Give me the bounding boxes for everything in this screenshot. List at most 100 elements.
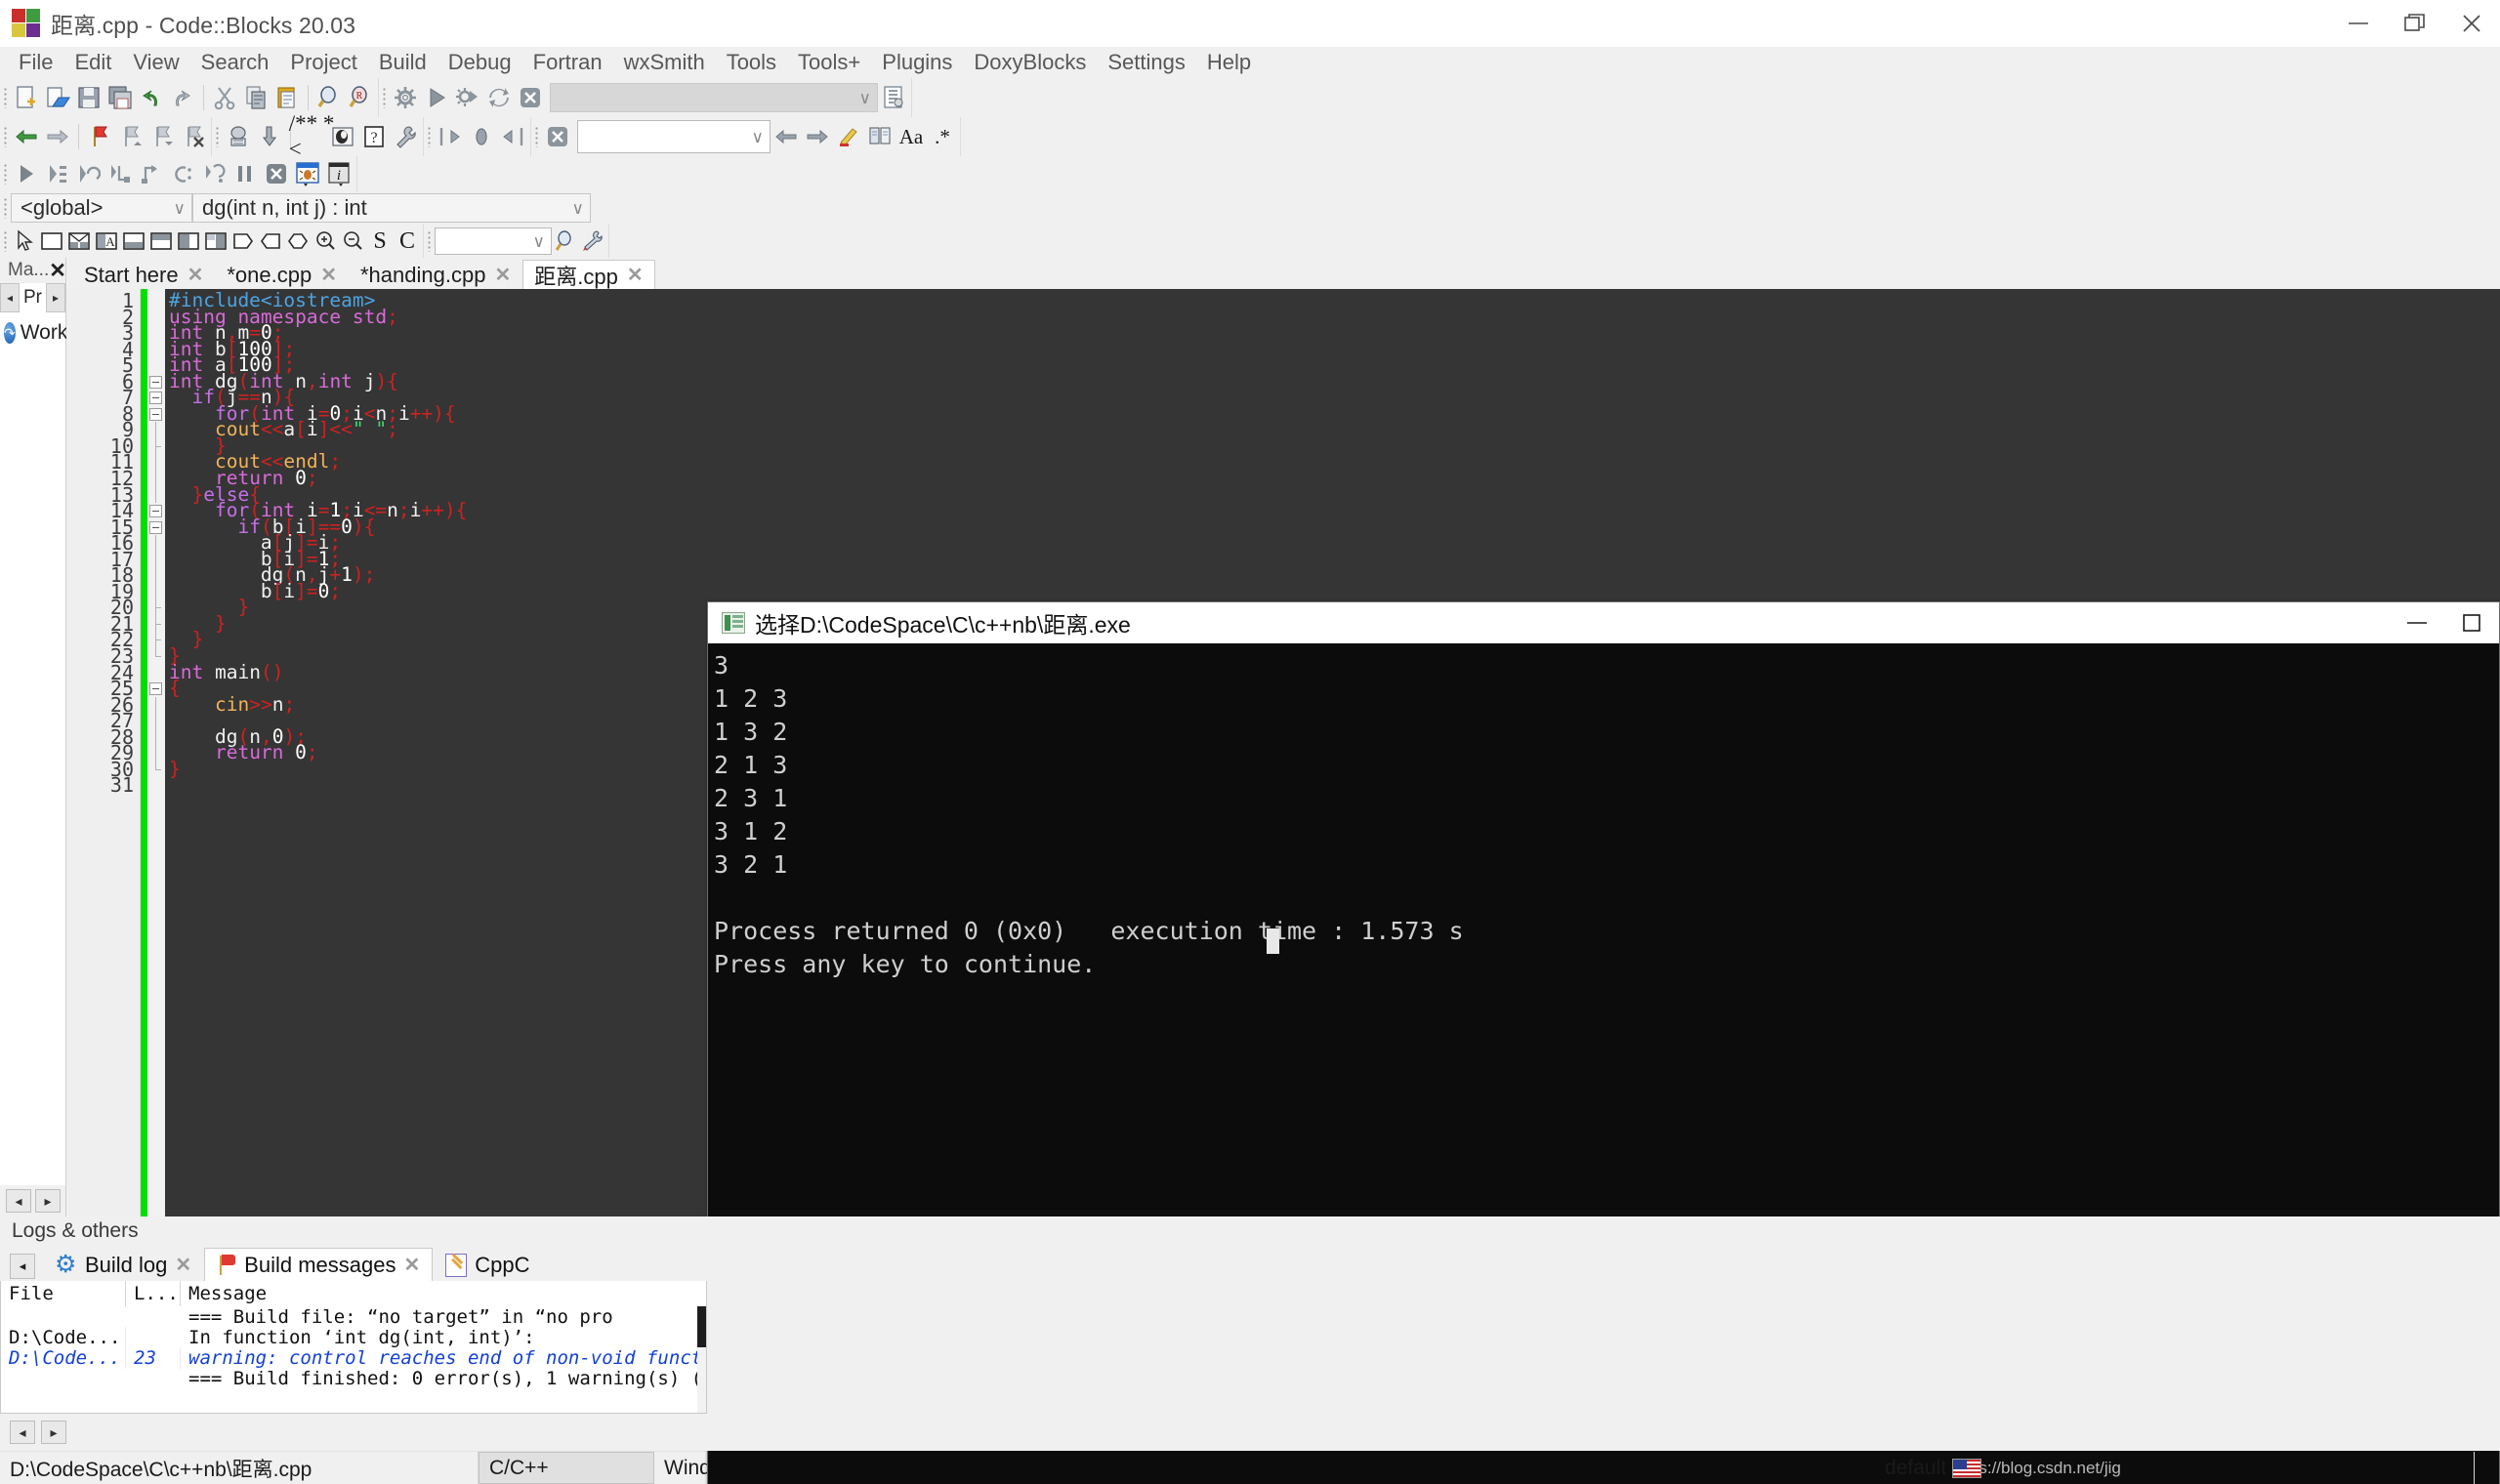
split-right-icon[interactable] (176, 225, 201, 258)
grow-right-icon[interactable] (230, 225, 256, 258)
clear-bookmarks-icon[interactable] (179, 120, 208, 153)
build-and-run-icon[interactable] (453, 81, 482, 114)
layout-v-icon[interactable] (66, 225, 92, 258)
close-icon-log-tab-0[interactable]: ✕ (175, 1253, 191, 1277)
scroll-left-button[interactable]: ◂ (6, 1189, 31, 1213)
cut-icon[interactable] (210, 81, 239, 114)
split-left-icon[interactable] (148, 225, 174, 258)
doxyblocks-run-icon[interactable] (224, 120, 253, 153)
menu-tools-plus[interactable]: Tools+ (787, 48, 871, 77)
save-icon[interactable] (74, 81, 104, 114)
column-header-file[interactable]: File (1, 1281, 126, 1306)
close-icon-log-tab-1[interactable]: ✕ (403, 1253, 420, 1277)
table-vertical-scrollbar[interactable] (697, 1306, 706, 1413)
close-icon-tab-1[interactable]: ✕ (320, 263, 337, 287)
open-file-icon[interactable] (43, 81, 72, 114)
next-bookmark-icon[interactable] (147, 120, 177, 153)
console-minimize-icon[interactable] (2390, 602, 2444, 643)
function-select[interactable]: dg(int n, int j) : int ∨ (192, 193, 591, 223)
menu-search[interactable]: Search (190, 48, 280, 77)
new-file-icon[interactable] (12, 81, 41, 114)
debugging-windows-icon[interactable] (293, 157, 322, 190)
debug-break-icon[interactable] (230, 157, 260, 190)
tab-scroll-left[interactable]: ◂ (0, 283, 20, 312)
debug-info-icon[interactable]: i (324, 157, 354, 190)
stop-debug-icon[interactable] (543, 120, 572, 153)
build-toolbar-grip[interactable] (379, 78, 390, 117)
back-icon[interactable] (12, 120, 41, 153)
editor-tab-start-here[interactable]: Start here ✕ (72, 260, 216, 289)
logs-scroll-left-button[interactable]: ◂ (10, 1421, 35, 1444)
menu-edit[interactable]: Edit (63, 48, 122, 77)
tree-item-workspace[interactable]: ↷ Work (4, 321, 67, 345)
menu-wxsmith[interactable]: wxSmith (613, 48, 716, 77)
namespace-select[interactable]: <global> ∨ (11, 193, 192, 223)
fold-toggle-6[interactable] (149, 375, 162, 389)
fold-toggle-15[interactable] (149, 520, 162, 534)
find-icon[interactable] (314, 81, 344, 114)
log-tab-build-messages[interactable]: Build messages ✕ (204, 1248, 434, 1281)
doxyblocks-help-icon[interactable]: ? (359, 120, 389, 153)
rebuild-icon[interactable] (484, 81, 514, 114)
editor-tab-one-cpp[interactable]: *one.cpp ✕ (215, 260, 349, 289)
editor-tab-handing-cpp[interactable]: *handing.cpp ✕ (349, 260, 523, 289)
debug-step-into-instruction-icon[interactable] (199, 157, 229, 190)
console-maximize-icon[interactable] (2444, 602, 2499, 643)
expand-icon[interactable] (285, 225, 311, 258)
fold-toggle-25[interactable] (149, 682, 162, 696)
properties-icon[interactable] (580, 225, 605, 258)
menu-file[interactable]: File (8, 48, 63, 77)
select-target-icon[interactable] (879, 81, 908, 114)
menu-view[interactable]: View (122, 48, 189, 77)
logs-scroll-right-button[interactable]: ▸ (41, 1421, 66, 1444)
debug-step-into-icon[interactable] (105, 157, 135, 190)
menu-fortran[interactable]: Fortran (522, 48, 613, 77)
menu-help[interactable]: Help (1196, 48, 1262, 77)
highlight-icon[interactable] (834, 120, 863, 153)
log-tab-cppcheck[interactable]: CppC (433, 1248, 543, 1281)
debug-stop-icon[interactable] (262, 157, 291, 190)
select-s-icon[interactable]: S (367, 225, 393, 258)
dbg-hl-grip[interactable] (531, 117, 542, 156)
nav-toolbar-grip[interactable] (0, 117, 11, 156)
doxyblocks-block-icon[interactable] (328, 120, 357, 153)
grow-left-icon[interactable] (258, 225, 283, 258)
split-bottom-icon[interactable] (203, 225, 229, 258)
menu-doxyblocks[interactable]: DoxyBlocks (963, 48, 1097, 77)
minimize-icon[interactable] (2330, 0, 2387, 47)
undo-icon[interactable] (137, 81, 166, 114)
table-row[interactable]: === Build finished: 0 error(s), 1 warnin… (1, 1368, 706, 1389)
toggle-fold-icon[interactable] (467, 120, 496, 153)
build-target-combo[interactable]: ∨ (550, 83, 878, 112)
abort-build-icon[interactable] (516, 81, 545, 114)
fold-toggle-14[interactable] (149, 505, 162, 518)
debug-continue-icon[interactable] (12, 157, 41, 190)
fold-all-icon[interactable] (436, 120, 465, 153)
preview-icon[interactable] (553, 225, 578, 258)
tab-scroll-right[interactable]: ▸ (46, 283, 65, 312)
zoom-in-icon[interactable] (312, 225, 338, 258)
debug-next-line-icon[interactable] (74, 157, 104, 190)
scope-grip[interactable] (0, 193, 11, 223)
column-header-line[interactable]: L... (126, 1281, 181, 1306)
next-change-icon[interactable] (803, 120, 832, 153)
close-icon-management[interactable]: ✕ (49, 259, 66, 283)
fold-toggle-7[interactable] (149, 392, 162, 405)
regex-icon[interactable]: .* (928, 120, 957, 153)
project-tree[interactable]: ↷ Work (0, 312, 67, 1185)
doxyblocks-config-icon[interactable] (391, 120, 420, 153)
wxsmith-res-grip[interactable] (424, 225, 435, 258)
wxsmith-grip[interactable] (0, 225, 11, 258)
doxyblocks-extract-icon[interactable] (255, 120, 284, 153)
pointer-icon[interactable] (12, 225, 37, 258)
table-row[interactable]: D:\Code... 23 warning: control reaches e… (1, 1346, 706, 1369)
layout-a-icon[interactable]: A (94, 225, 119, 258)
menu-settings[interactable]: Settings (1097, 48, 1196, 77)
doxyblocks-comment-icon[interactable]: /** *< (289, 111, 335, 161)
close-icon[interactable] (2443, 0, 2500, 47)
status-language[interactable]: C/C++ (479, 1452, 654, 1484)
close-icon-tab-2[interactable]: ✕ (494, 263, 511, 287)
log-tab-build-log[interactable]: Build log ✕ (43, 1248, 205, 1281)
logs-tab-scroll-left[interactable]: ◂ (10, 1254, 35, 1279)
prev-change-icon[interactable] (771, 120, 801, 153)
